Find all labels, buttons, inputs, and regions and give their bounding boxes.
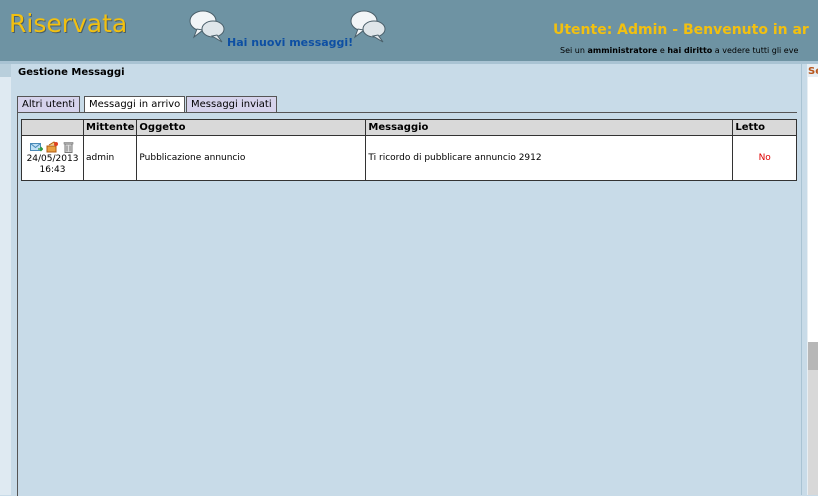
right-panel-title: Se [808,66,818,77]
table-header-row: Mittente Oggetto Messaggio Letto [21,119,797,136]
forward-icon[interactable] [46,140,59,153]
row-icons [24,140,81,153]
welcome-text: Utente: Admin - Benvenuto in ar [553,22,809,38]
speech-bubbles-icon [350,10,386,43]
tab-altri-utenti[interactable]: Altri utenti [17,96,81,112]
role-notice-mid: e [657,46,668,55]
role-notice-suffix: a vedere tutti gli eve [712,46,799,55]
table-row[interactable]: 24/05/2013 16:43 admin Pubblicazione ann… [21,135,797,181]
message-body: Ti ricordo di pubblicare annuncio 2912 [365,135,734,181]
tab-messaggi-inviati[interactable]: Messaggi inviati [186,96,277,112]
col-actions [21,119,84,136]
role-right: hai diritto [667,46,713,55]
message-sender: admin [82,135,138,181]
message-date: 24/05/2013 [26,153,79,164]
new-messages-link[interactable]: Hai nuovi messaggi! [227,36,353,49]
trash-icon[interactable] [62,141,75,153]
col-messaggio: Messaggio [365,119,734,136]
speech-bubbles-icon [189,10,225,43]
role-notice-prefix: Sei un [560,46,588,55]
role-notice: Sei un amministratore e hai diritto a ve… [560,46,798,55]
messages-table: Mittente Oggetto Messaggio Letto 24/05/2… [21,119,797,181]
page-title: Gestione Messaggi [18,67,125,78]
left-strip [0,64,11,495]
col-letto: Letto [732,119,797,136]
logo: Riservata [9,9,128,38]
col-oggetto: Oggetto [136,119,367,136]
right-panel-content [808,77,818,342]
scrollbar-thumb[interactable] [808,342,818,370]
message-subject: Pubblicazione annuncio [136,135,367,181]
app-header: Riservata Hai nuovi messaggi! Utente: Ad… [0,0,818,61]
scrollbar-track[interactable] [808,370,818,495]
messages-panel: Gestione Messaggi Altri utenti Messaggi … [11,64,802,496]
left-strip-bar [0,64,11,77]
right-side-panel: Se [807,64,818,495]
tab-messaggi-in-arrivo[interactable]: Messaggi in arrivo [84,96,186,113]
role-name: amministratore [587,46,658,55]
col-mittente: Mittente [82,119,138,136]
row-actions: 24/05/2013 16:43 [21,135,84,181]
message-time: 16:43 [39,164,66,175]
reply-mail-icon[interactable] [30,141,43,153]
read-status: No [732,135,797,181]
